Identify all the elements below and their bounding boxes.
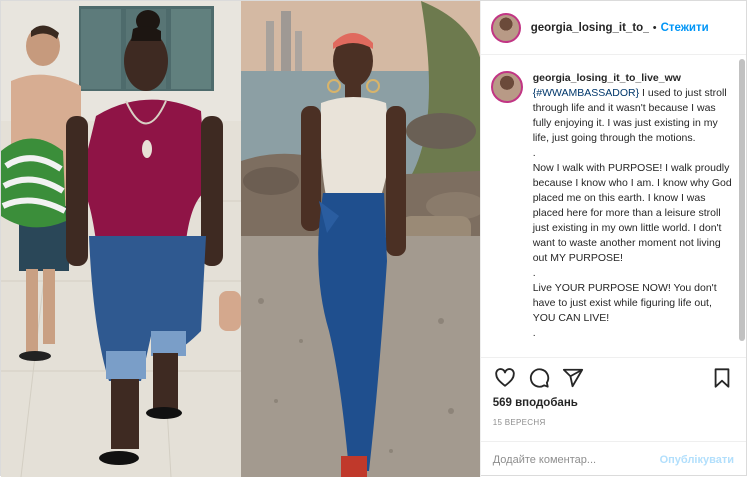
post-header: georgia_losing_it_to_livi • Стежити (480, 1, 746, 55)
post-photo[interactable] (1, 1, 480, 477)
post-date: 15 ВЕРЕСНЯ (492, 418, 546, 427)
comment-input[interactable]: Додайте коментар... (493, 454, 660, 466)
caption-body: I used to just stroll through life and i… (532, 87, 732, 339)
heart-icon[interactable] (493, 366, 517, 390)
action-bar (480, 357, 746, 397)
caption-username[interactable]: georgia_losing_it_to_live_ww (533, 71, 736, 86)
publish-button[interactable]: Опублікувати (660, 454, 734, 466)
comment-icon[interactable] (527, 366, 551, 390)
caption-text: georgia_losing_it_to_live_ww {#WWAMBASSA… (533, 71, 736, 341)
instagram-post: georgia_losing_it_to_livi • Стежити geor… (0, 0, 747, 477)
header-separator: • (652, 21, 657, 34)
caption: georgia_losing_it_to_live_ww {#WWAMBASSA… (490, 71, 736, 341)
caption-body-wrapper: {#WWAMBASSADOR} I used to just stroll th… (533, 86, 736, 341)
post-side-panel: georgia_losing_it_to_livi • Стежити geor… (479, 1, 746, 477)
author-avatar[interactable] (490, 12, 521, 43)
caption-avatar[interactable] (490, 71, 523, 103)
likes-count[interactable]: 569 вподобань (481, 397, 746, 415)
before-photo-illustration (1, 1, 241, 477)
header-username[interactable]: georgia_losing_it_to_livi (531, 22, 649, 34)
after-photo-panel (241, 1, 480, 477)
follow-button[interactable]: Стежити (661, 22, 709, 34)
bookmark-icon[interactable] (710, 366, 734, 390)
comments-scrollbar[interactable] (739, 59, 745, 341)
comments-area[interactable]: georgia_losing_it_to_live_ww {#WWAMBASSA… (481, 55, 746, 357)
add-comment-bar: Додайте коментар... Опублікувати (480, 441, 746, 477)
share-icon[interactable] (561, 366, 585, 390)
hashtag-link[interactable]: {#WWAMBASSADOR} (533, 87, 639, 99)
before-photo-panel (1, 1, 241, 477)
after-photo-illustration (241, 1, 480, 477)
